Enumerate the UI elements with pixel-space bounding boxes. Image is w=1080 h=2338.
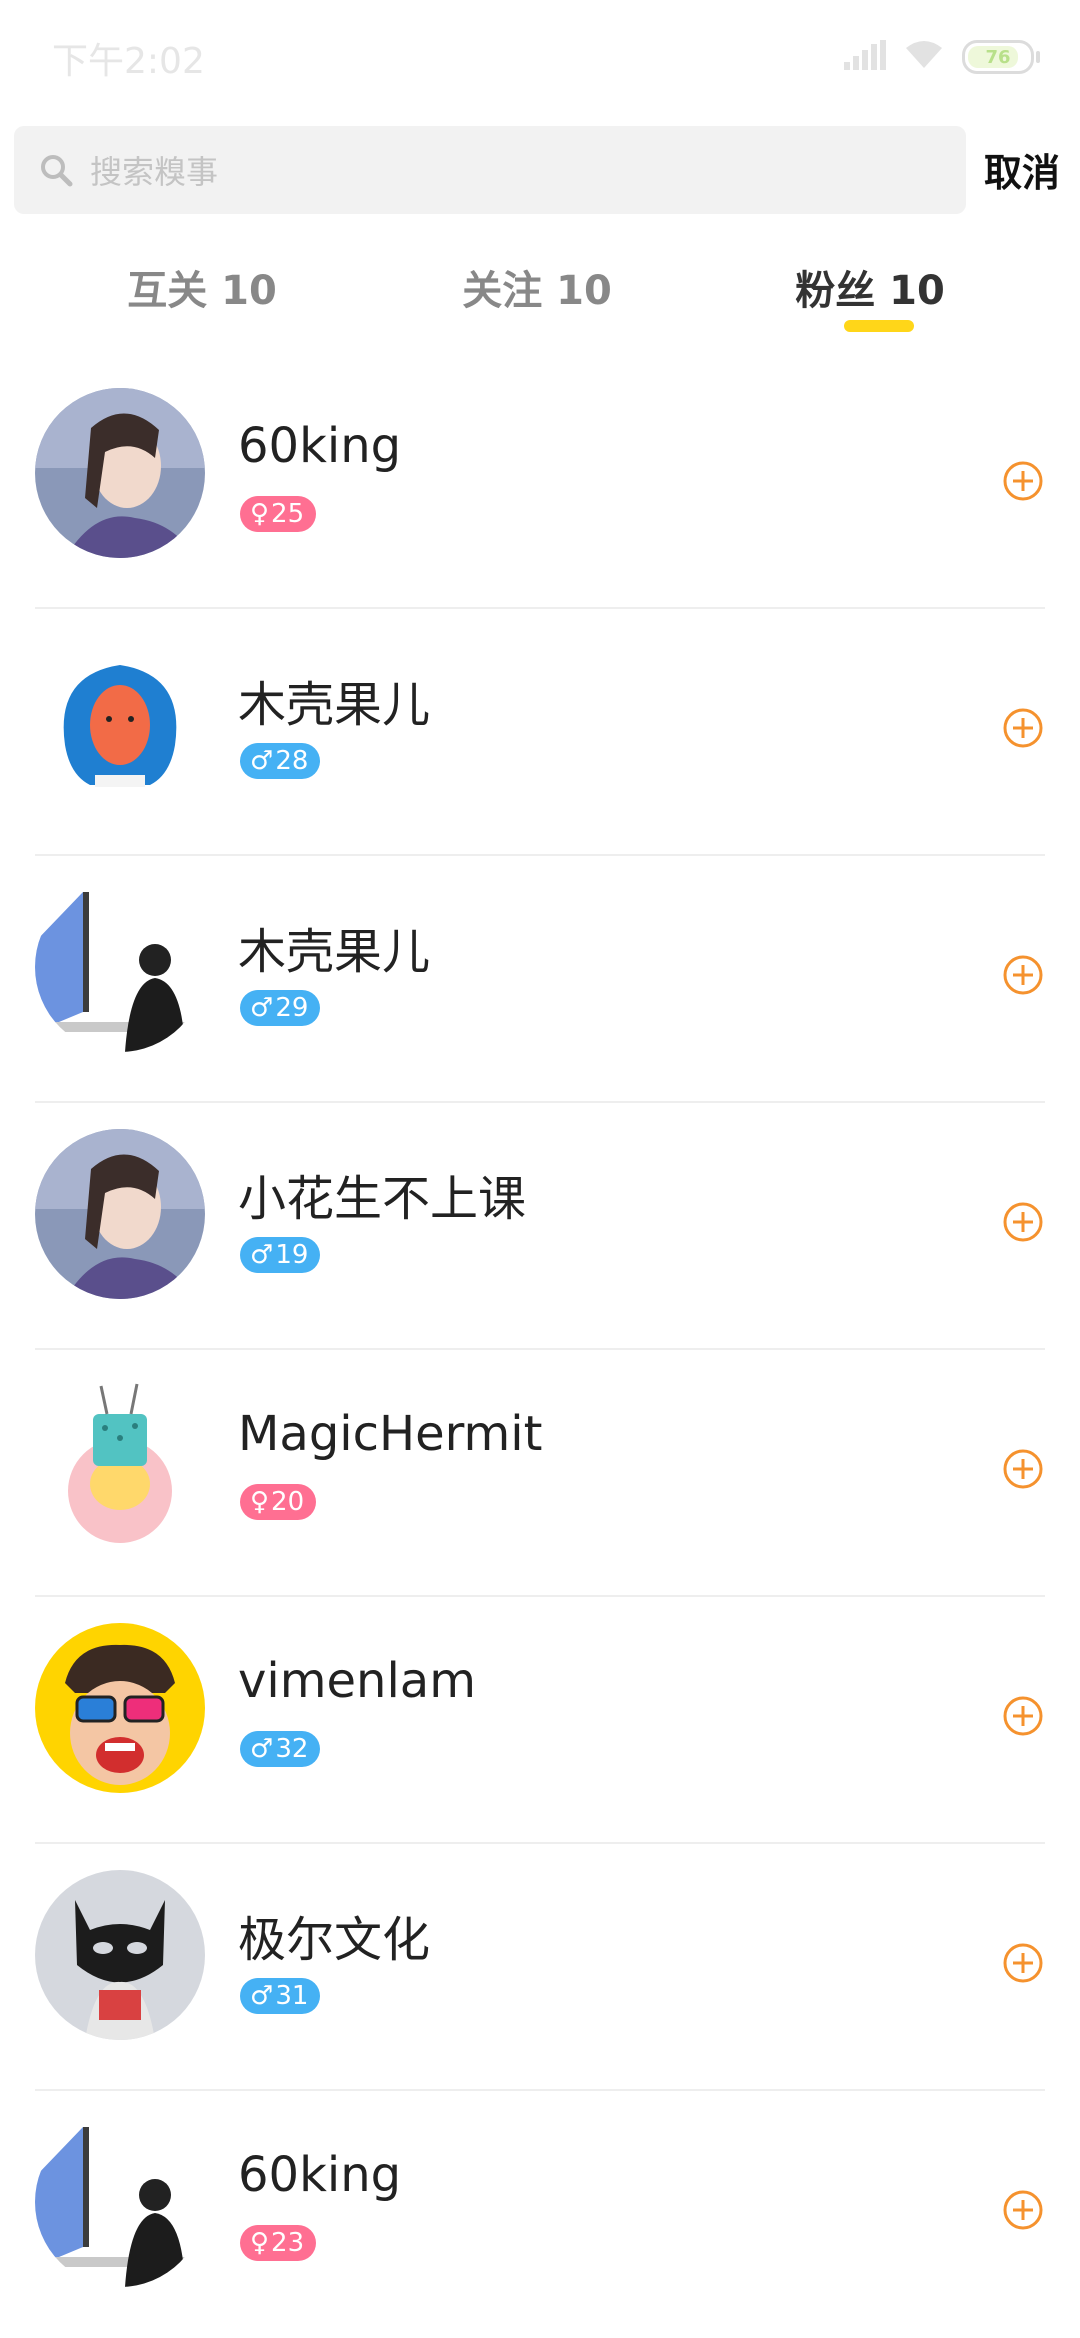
avatar[interactable]: [35, 388, 205, 558]
tab-fans[interactable]: 粉丝 10: [720, 258, 1020, 316]
user-name: 60king: [238, 2147, 402, 2203]
battery-level: 76: [985, 46, 1011, 68]
gender-age-badge: ♂ 31: [240, 1978, 321, 2014]
female-icon: ♀: [250, 1487, 270, 1517]
age-text: 28: [275, 746, 309, 776]
user-name: 极尔文化: [238, 1912, 431, 1968]
cancel-button[interactable]: 取消: [984, 142, 1060, 197]
follow-button[interactable]: [1002, 1695, 1044, 1737]
avatar[interactable]: [35, 882, 205, 1052]
gender-age-badge: ♂ 28: [240, 743, 321, 779]
signal-icon: [844, 40, 886, 74]
follow-button[interactable]: [1002, 1201, 1044, 1243]
user-name: 木壳果儿: [238, 677, 431, 733]
female-icon: ♀: [250, 2228, 270, 2258]
list-item[interactable]: 木壳果儿 ♂ 28: [0, 609, 1080, 856]
user-name: MagicHermit: [238, 1406, 543, 1462]
plus-circle-icon: [1003, 708, 1043, 748]
avatar[interactable]: [35, 1623, 205, 1793]
follow-button[interactable]: [1002, 954, 1044, 996]
list-item[interactable]: 极尔文化 ♂ 31: [0, 1844, 1080, 2091]
male-icon: ♂: [250, 1734, 274, 1764]
user-list: 60king ♀ 25 木壳果儿 ♂ 28 木壳果儿 ♂ 29 小花生不上课 ♂…: [0, 362, 1080, 2338]
status-time: 下午2:02: [52, 41, 205, 82]
follow-button[interactable]: [1002, 1448, 1044, 1490]
gender-age-badge: ♂ 32: [240, 1731, 321, 1767]
follow-button[interactable]: [1002, 1942, 1044, 1984]
tab-bar: 互关 10 关注 10 粉丝 10: [0, 258, 1080, 338]
male-icon: ♂: [250, 993, 274, 1023]
avatar[interactable]: [35, 2117, 205, 2287]
avatar[interactable]: [35, 1870, 205, 2040]
plus-circle-icon: [1003, 1202, 1043, 1242]
follow-button[interactable]: [1002, 707, 1044, 749]
gender-age-badge: ♀ 23: [240, 2225, 317, 2261]
status-bar: 下午2:02 76: [0, 0, 1080, 118]
search-input[interactable]: 搜索糗事: [14, 126, 966, 214]
plus-circle-icon: [1003, 1449, 1043, 1489]
plus-circle-icon: [1003, 955, 1043, 995]
user-name: vimenlam: [238, 1653, 476, 1709]
male-icon: ♂: [250, 1240, 274, 1270]
avatar[interactable]: [35, 1376, 205, 1546]
tab-following[interactable]: 关注 10: [387, 258, 687, 316]
age-text: 32: [275, 1734, 309, 1764]
age-text: 19: [275, 1240, 309, 1270]
plus-circle-icon: [1003, 1943, 1043, 1983]
status-icons: 76: [844, 40, 1040, 74]
user-name: 小花生不上课: [238, 1171, 527, 1227]
male-icon: ♂: [250, 746, 274, 776]
gender-age-badge: ♂ 29: [240, 990, 321, 1026]
male-icon: ♂: [250, 1981, 274, 2011]
age-text: 25: [271, 499, 305, 529]
follow-button[interactable]: [1002, 460, 1044, 502]
age-text: 20: [271, 1487, 305, 1517]
female-icon: ♀: [250, 499, 270, 529]
search-icon: [36, 150, 76, 190]
list-item[interactable]: vimenlam ♂ 32: [0, 1597, 1080, 1844]
tab-mutual[interactable]: 互关 10: [52, 258, 352, 316]
user-name: 木壳果儿: [238, 924, 431, 980]
wifi-icon: [904, 40, 944, 74]
plus-circle-icon: [1003, 461, 1043, 501]
age-text: 31: [275, 1981, 309, 2011]
follow-button[interactable]: [1002, 2189, 1044, 2231]
list-item[interactable]: 小花生不上课 ♂ 19: [0, 1103, 1080, 1350]
search-placeholder: 搜索糗事: [90, 153, 219, 191]
age-text: 23: [271, 2228, 305, 2258]
gender-age-badge: ♂ 19: [240, 1237, 321, 1273]
battery-icon: 76: [962, 40, 1040, 74]
list-item[interactable]: 60king ♀ 23: [0, 2091, 1080, 2338]
active-tab-indicator: [844, 320, 914, 332]
plus-circle-icon: [1003, 1696, 1043, 1736]
gender-age-badge: ♀ 25: [240, 496, 317, 532]
list-item[interactable]: 木壳果儿 ♂ 29: [0, 856, 1080, 1103]
age-text: 29: [275, 993, 309, 1023]
list-item[interactable]: 60king ♀ 25: [0, 362, 1080, 609]
search-bar: 搜索糗事 取消: [0, 126, 1080, 214]
avatar[interactable]: [35, 1129, 205, 1299]
plus-circle-icon: [1003, 2190, 1043, 2230]
avatar[interactable]: [35, 635, 205, 805]
list-item[interactable]: MagicHermit ♀ 20: [0, 1350, 1080, 1597]
gender-age-badge: ♀ 20: [240, 1484, 317, 1520]
user-name: 60king: [238, 418, 402, 474]
